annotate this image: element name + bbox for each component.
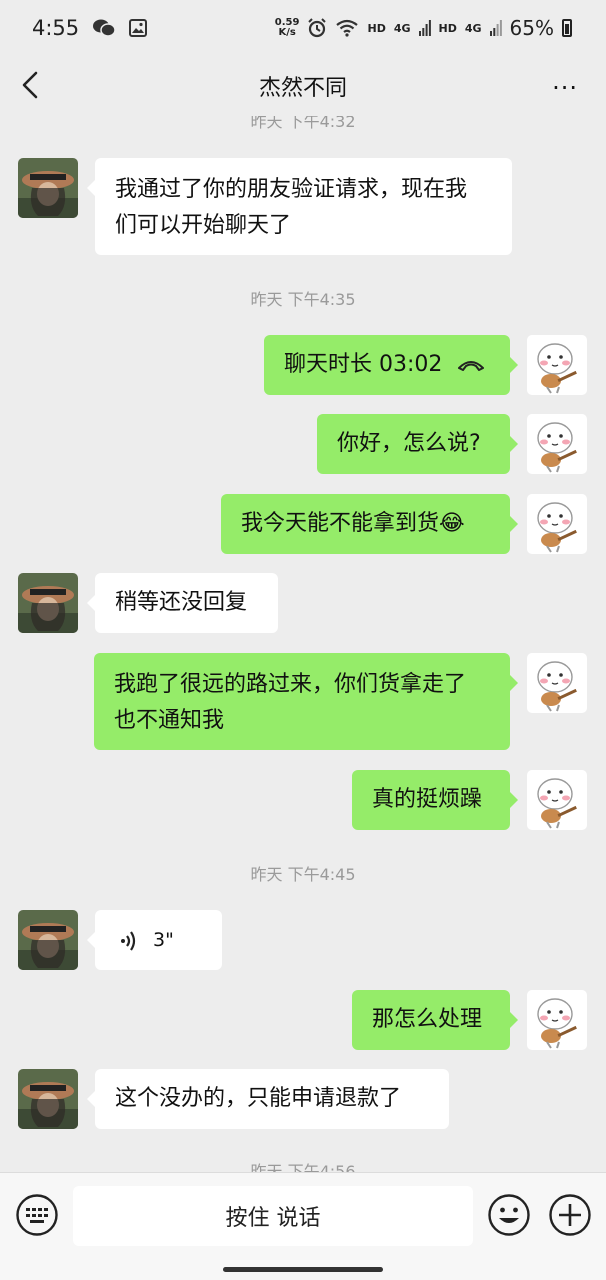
status-bar: 4:55 0.59 K/s HD 4G HD 4G 65% — [0, 0, 606, 56]
chat-header: 杰然不同 ··· — [0, 56, 606, 116]
add-more-icon[interactable] — [548, 1193, 592, 1237]
input-bar: 按住 说话 — [0, 1172, 606, 1280]
timestamp: 昨天 下午4:35 — [250, 290, 356, 309]
battery-percent: 65% — [509, 16, 554, 40]
call-record-bubble[interactable]: 聊天时长 03:02 — [264, 335, 518, 395]
message-text: 我今天能不能拿到货 — [241, 511, 440, 536]
contact-avatar[interactable] — [18, 910, 78, 970]
network-speed: 0.59 K/s — [275, 18, 300, 38]
timestamp: 昨天 下午4:32 — [250, 116, 356, 131]
my-avatar[interactable] — [527, 653, 587, 713]
message-list[interactable]: 昨天 下午4:32 我通过了你的朋友验证请求，现在我 们可以开始聊天了 昨天 下… — [0, 116, 606, 1172]
status-time: 4:55 — [32, 16, 80, 40]
voice-wave-icon — [121, 930, 136, 951]
my-avatar[interactable] — [527, 770, 587, 830]
signal-icon-2 — [489, 20, 502, 36]
home-indicator[interactable] — [223, 1267, 383, 1272]
my-avatar[interactable] — [527, 414, 587, 474]
hold-to-talk-label: 按住 说话 — [225, 1206, 321, 1231]
signal-icon-1 — [418, 20, 431, 36]
phone-hangup-icon — [458, 361, 485, 371]
message-bubble-sent[interactable]: 我今天能不能拿到货😂 — [221, 494, 518, 554]
wifi-icon — [336, 19, 359, 37]
battery-icon — [562, 19, 572, 37]
timestamp: 昨天 下午4:56 — [250, 1162, 356, 1172]
speed-unit: K/s — [278, 27, 296, 38]
emoji-icon[interactable] — [487, 1193, 531, 1237]
message-text: 那怎么处理 — [372, 1007, 483, 1032]
my-avatar[interactable] — [527, 335, 587, 395]
message-text: 真的挺烦躁 — [372, 787, 483, 812]
message-text: 我跑了很远的路过来，你们货拿走了 — [114, 672, 467, 697]
message-bubble-sent[interactable]: 真的挺烦躁 — [352, 770, 518, 830]
message-bubble-received[interactable]: 稍等还没回复 — [87, 573, 278, 633]
message-bubble-sent[interactable]: 我跑了很远的路过来，你们货拿走了 也不通知我 — [94, 653, 518, 750]
chat-title: 杰然不同 — [258, 76, 347, 101]
image-notification-icon — [129, 19, 148, 37]
voice-duration: 3" — [153, 929, 174, 951]
message-text: 这个没办的，只能申请退款了 — [115, 1086, 402, 1111]
message-text: 也不通知我 — [114, 708, 225, 733]
message-text: 稍等还没回复 — [115, 590, 248, 615]
timestamp: 昨天 下午4:45 — [250, 865, 356, 884]
hold-to-talk-button[interactable]: 按住 说话 — [73, 1186, 473, 1246]
contact-avatar[interactable] — [18, 1069, 78, 1129]
network-type-1: 4G — [393, 21, 411, 35]
contact-avatar[interactable] — [18, 573, 78, 633]
wechat-notification-icon — [93, 19, 116, 37]
keyboard-icon[interactable] — [15, 1193, 59, 1237]
alarm-icon — [308, 18, 327, 38]
network-type-2: 4G — [464, 21, 482, 35]
message-text: 们可以开始聊天了 — [115, 213, 292, 238]
hd-label-1: HD — [367, 21, 386, 35]
message-bubble-sent[interactable]: 那怎么处理 — [352, 990, 518, 1050]
my-avatar[interactable] — [527, 990, 587, 1050]
my-avatar[interactable] — [527, 494, 587, 554]
message-bubble-received[interactable]: 我通过了你的朋友验证请求，现在我 们可以开始聊天了 — [87, 158, 512, 255]
voice-message-bubble[interactable]: 3" — [87, 910, 222, 970]
hd-label-2: HD — [438, 21, 457, 35]
back-arrow-icon[interactable] — [18, 70, 44, 100]
call-duration-text: 聊天时长 03:02 — [284, 352, 443, 377]
message-text: 你好，怎么说? — [337, 431, 481, 456]
laughing-emoji-icon: 😂 — [439, 511, 465, 536]
message-bubble-received[interactable]: 这个没办的，只能申请退款了 — [87, 1069, 449, 1129]
message-text: 我通过了你的朋友验证请求，现在我 — [115, 177, 468, 202]
more-options-icon[interactable]: ··· — [552, 74, 578, 102]
contact-avatar[interactable] — [18, 158, 78, 218]
message-bubble-sent[interactable]: 你好，怎么说? — [317, 414, 518, 474]
